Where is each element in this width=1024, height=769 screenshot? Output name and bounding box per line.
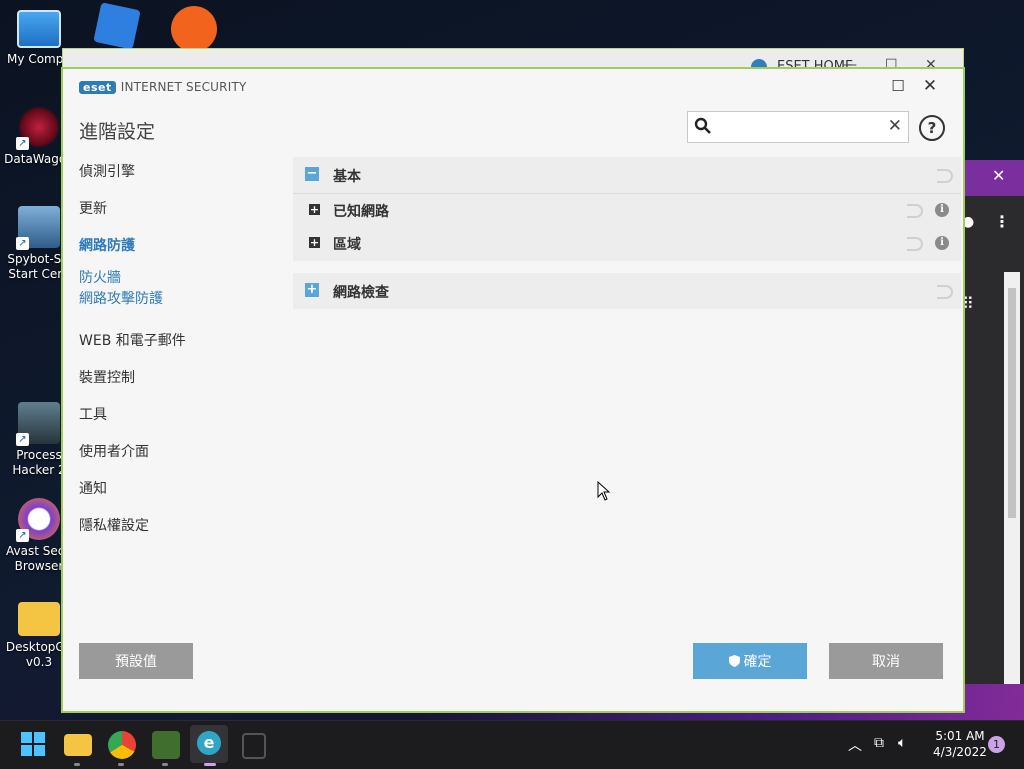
start-button[interactable]: [20, 731, 48, 759]
revert-icon[interactable]: [907, 237, 923, 251]
clipboard-icon[interactable]: [242, 733, 266, 759]
section-basic: − 基本 + 已知網路 i + 區域 i: [293, 157, 961, 261]
shortcut-arrow-icon: ↗: [16, 237, 29, 250]
shortcut-arrow-icon: ↗: [16, 529, 29, 542]
section-header-network-inspection[interactable]: + 網路檢查: [293, 273, 961, 309]
info-icon[interactable]: i: [935, 203, 949, 217]
windows-logo-icon: [21, 732, 45, 756]
process-hacker-icon: ↗: [16, 402, 60, 446]
expand-icon[interactable]: +: [309, 204, 320, 215]
eset-taskbar-button[interactable]: e: [190, 725, 228, 763]
default-button-label: 預設值: [115, 653, 157, 669]
eset-icon: e: [197, 731, 221, 755]
nav-item-web-email[interactable]: WEB 和電子郵件: [79, 330, 186, 350]
desktop-icon-roblox[interactable]: [92, 2, 142, 50]
nav-item-network-protection[interactable]: 網路防護: [79, 235, 135, 255]
nav-item-update[interactable]: 更新: [79, 198, 107, 218]
help-icon[interactable]: ?: [919, 115, 945, 141]
background-app-header: ✕: [962, 160, 1024, 196]
search-box[interactable]: ✕: [687, 111, 909, 143]
row-title: 已知網路: [333, 204, 389, 220]
taskbar-indicator: [162, 763, 168, 766]
nav-item-network-attack-protection[interactable]: 網路攻擊防護: [79, 288, 163, 308]
info-icon[interactable]: i: [935, 236, 949, 250]
expand-icon[interactable]: +: [309, 237, 320, 248]
advanced-setup-dialog: eset INTERNET SECURITY ☐ ✕ 進階設定 ✕ ? 偵測引擎…: [62, 68, 964, 712]
revert-icon[interactable]: [907, 204, 923, 218]
avast-icon: ↗: [16, 498, 60, 542]
page-title: 進階設定: [79, 121, 156, 143]
clock[interactable]: 5:01 AM 4/3/2022: [930, 728, 990, 760]
nav-item-notifications[interactable]: 通知: [79, 478, 107, 498]
nav-item-user-interface[interactable]: 使用者介面: [79, 441, 149, 461]
shortcut-arrow-icon: ↗: [16, 137, 29, 150]
ok-button[interactable]: 確定: [693, 643, 807, 679]
security-app-icon[interactable]: [152, 731, 180, 759]
collapse-icon[interactable]: −: [305, 167, 319, 181]
taskbar-indicator: [118, 763, 124, 766]
volume-icon[interactable]: 🔈︎: [898, 735, 906, 751]
mouse-cursor-icon: [597, 481, 611, 501]
section-title: 網路檢查: [333, 285, 389, 301]
taskbar-indicator: [74, 763, 80, 766]
ok-button-label: 確定: [743, 653, 772, 669]
chevron-up-icon[interactable]: ︿: [848, 735, 862, 755]
network-icon[interactable]: ⧉: [874, 735, 884, 751]
nav-item-privacy-settings[interactable]: 隱私權設定: [79, 515, 149, 535]
product-name: INTERNET SECURITY: [120, 80, 247, 94]
spybot-icon: ↗: [16, 206, 60, 250]
close-button[interactable]: ✕: [915, 75, 945, 97]
section-network-inspection: + 網路檢查: [293, 273, 961, 309]
expand-icon[interactable]: +: [305, 283, 319, 297]
close-icon[interactable]: ✕: [992, 166, 1005, 185]
file-explorer-icon[interactable]: [64, 734, 92, 756]
nav-item-device-control[interactable]: 裝置控制: [79, 367, 135, 387]
shield-icon: [728, 655, 740, 667]
more-vertical-icon[interactable]: ⋮: [994, 212, 1010, 231]
search-icon: [694, 117, 711, 134]
row-zones[interactable]: + 區域 i: [293, 227, 961, 259]
row-known-networks[interactable]: + 已知網路 i: [293, 194, 961, 226]
nav-item-tools[interactable]: 工具: [79, 404, 107, 424]
scrollbar-thumb[interactable]: [1008, 288, 1016, 518]
search-input[interactable]: [718, 116, 872, 138]
revert-icon[interactable]: [937, 285, 953, 299]
chrome-icon[interactable]: [108, 731, 136, 759]
clock-time: 5:01 AM: [935, 729, 985, 743]
taskbar-indicator-active: [204, 763, 216, 766]
clock-date: 4/3/2022: [933, 745, 987, 759]
notification-badge[interactable]: 1: [988, 736, 1005, 753]
background-app-scrollbar[interactable]: [1004, 272, 1020, 684]
roblox-icon: [93, 2, 141, 50]
nav-item-detection-engine[interactable]: 偵測引擎: [79, 161, 135, 181]
app-icon: [171, 6, 217, 52]
nav-item-firewall[interactable]: 防火牆: [79, 267, 121, 287]
clear-search-icon[interactable]: ✕: [888, 116, 902, 136]
monitor-icon: [17, 10, 61, 48]
folder-icon: [18, 602, 60, 636]
maximize-button[interactable]: ☐: [883, 75, 913, 97]
section-header-basic[interactable]: − 基本: [293, 157, 961, 193]
eset-brand-badge: eset: [79, 80, 116, 94]
revert-icon[interactable]: [937, 169, 953, 183]
taskbar: e ︿ ⧉ 🔈︎ 5:01 AM 4/3/2022 1: [0, 720, 1024, 769]
section-title: 基本: [333, 169, 361, 185]
cancel-button-label: 取消: [872, 653, 900, 669]
shortcut-arrow-icon: ↗: [16, 433, 29, 446]
cancel-button[interactable]: 取消: [829, 643, 943, 679]
row-title: 區域: [333, 237, 361, 253]
datawagon-icon: ↗: [16, 106, 60, 150]
default-button[interactable]: 預設值: [79, 643, 193, 679]
eset-logo: eset INTERNET SECURITY: [79, 80, 247, 94]
